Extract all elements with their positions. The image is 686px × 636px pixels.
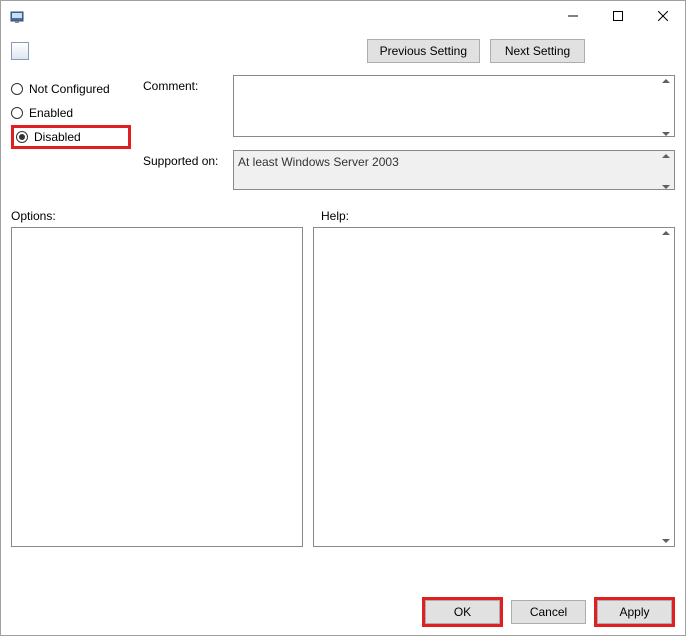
cancel-button[interactable]: Cancel: [511, 600, 586, 624]
fields-column: Comment: Supported on:: [143, 75, 675, 193]
help-panel: [313, 227, 675, 547]
options-label: Options:: [11, 209, 309, 223]
supported-label: Supported on:: [143, 150, 223, 168]
apply-button[interactable]: Apply: [597, 600, 672, 624]
radio-icon: [16, 131, 28, 143]
nav-buttons: Previous Setting Next Setting: [367, 39, 585, 63]
scroll-up-icon: [662, 231, 670, 235]
policy-icon: [11, 42, 29, 60]
scroll-down-icon: [662, 539, 670, 543]
apply-highlight: Apply: [594, 597, 675, 627]
ok-button[interactable]: OK: [425, 600, 500, 624]
radio-enabled[interactable]: Enabled: [11, 101, 131, 125]
radio-icon: [11, 107, 23, 119]
radio-not-configured[interactable]: Not Configured: [11, 77, 131, 101]
toolbar: Previous Setting Next Setting: [1, 31, 685, 71]
scrollbar: [659, 229, 673, 545]
app-icon: [9, 8, 25, 24]
policy-dialog-window: Previous Setting Next Setting Not Config…: [0, 0, 686, 636]
top-section: Not Configured Enabled Disabled Comment:: [11, 75, 675, 193]
close-button[interactable]: [640, 1, 685, 31]
maximize-button[interactable]: [595, 1, 640, 31]
radio-disabled[interactable]: Disabled: [11, 125, 131, 149]
window-controls: [550, 1, 685, 31]
radio-label: Not Configured: [29, 82, 110, 96]
titlebar: [1, 1, 685, 31]
comment-textarea[interactable]: [233, 75, 675, 137]
radio-icon: [11, 83, 23, 95]
radio-label: Disabled: [34, 130, 81, 144]
ok-highlight: OK: [422, 597, 503, 627]
minimize-button[interactable]: [550, 1, 595, 31]
body-area: Not Configured Enabled Disabled Comment:: [1, 71, 685, 555]
supported-row: Supported on:: [143, 150, 675, 193]
comment-label: Comment:: [143, 75, 223, 93]
options-panel: [11, 227, 303, 547]
supported-textarea: [233, 150, 675, 190]
radio-group: Not Configured Enabled Disabled: [11, 75, 131, 193]
previous-setting-button[interactable]: Previous Setting: [367, 39, 480, 63]
panel-labels: Options: Help:: [11, 209, 675, 223]
comment-row: Comment:: [143, 75, 675, 140]
footer-buttons: OK Cancel Apply: [422, 597, 675, 627]
next-setting-button[interactable]: Next Setting: [490, 39, 585, 63]
radio-label: Enabled: [29, 106, 73, 120]
help-label: Help:: [309, 209, 675, 223]
panels: [11, 227, 675, 547]
